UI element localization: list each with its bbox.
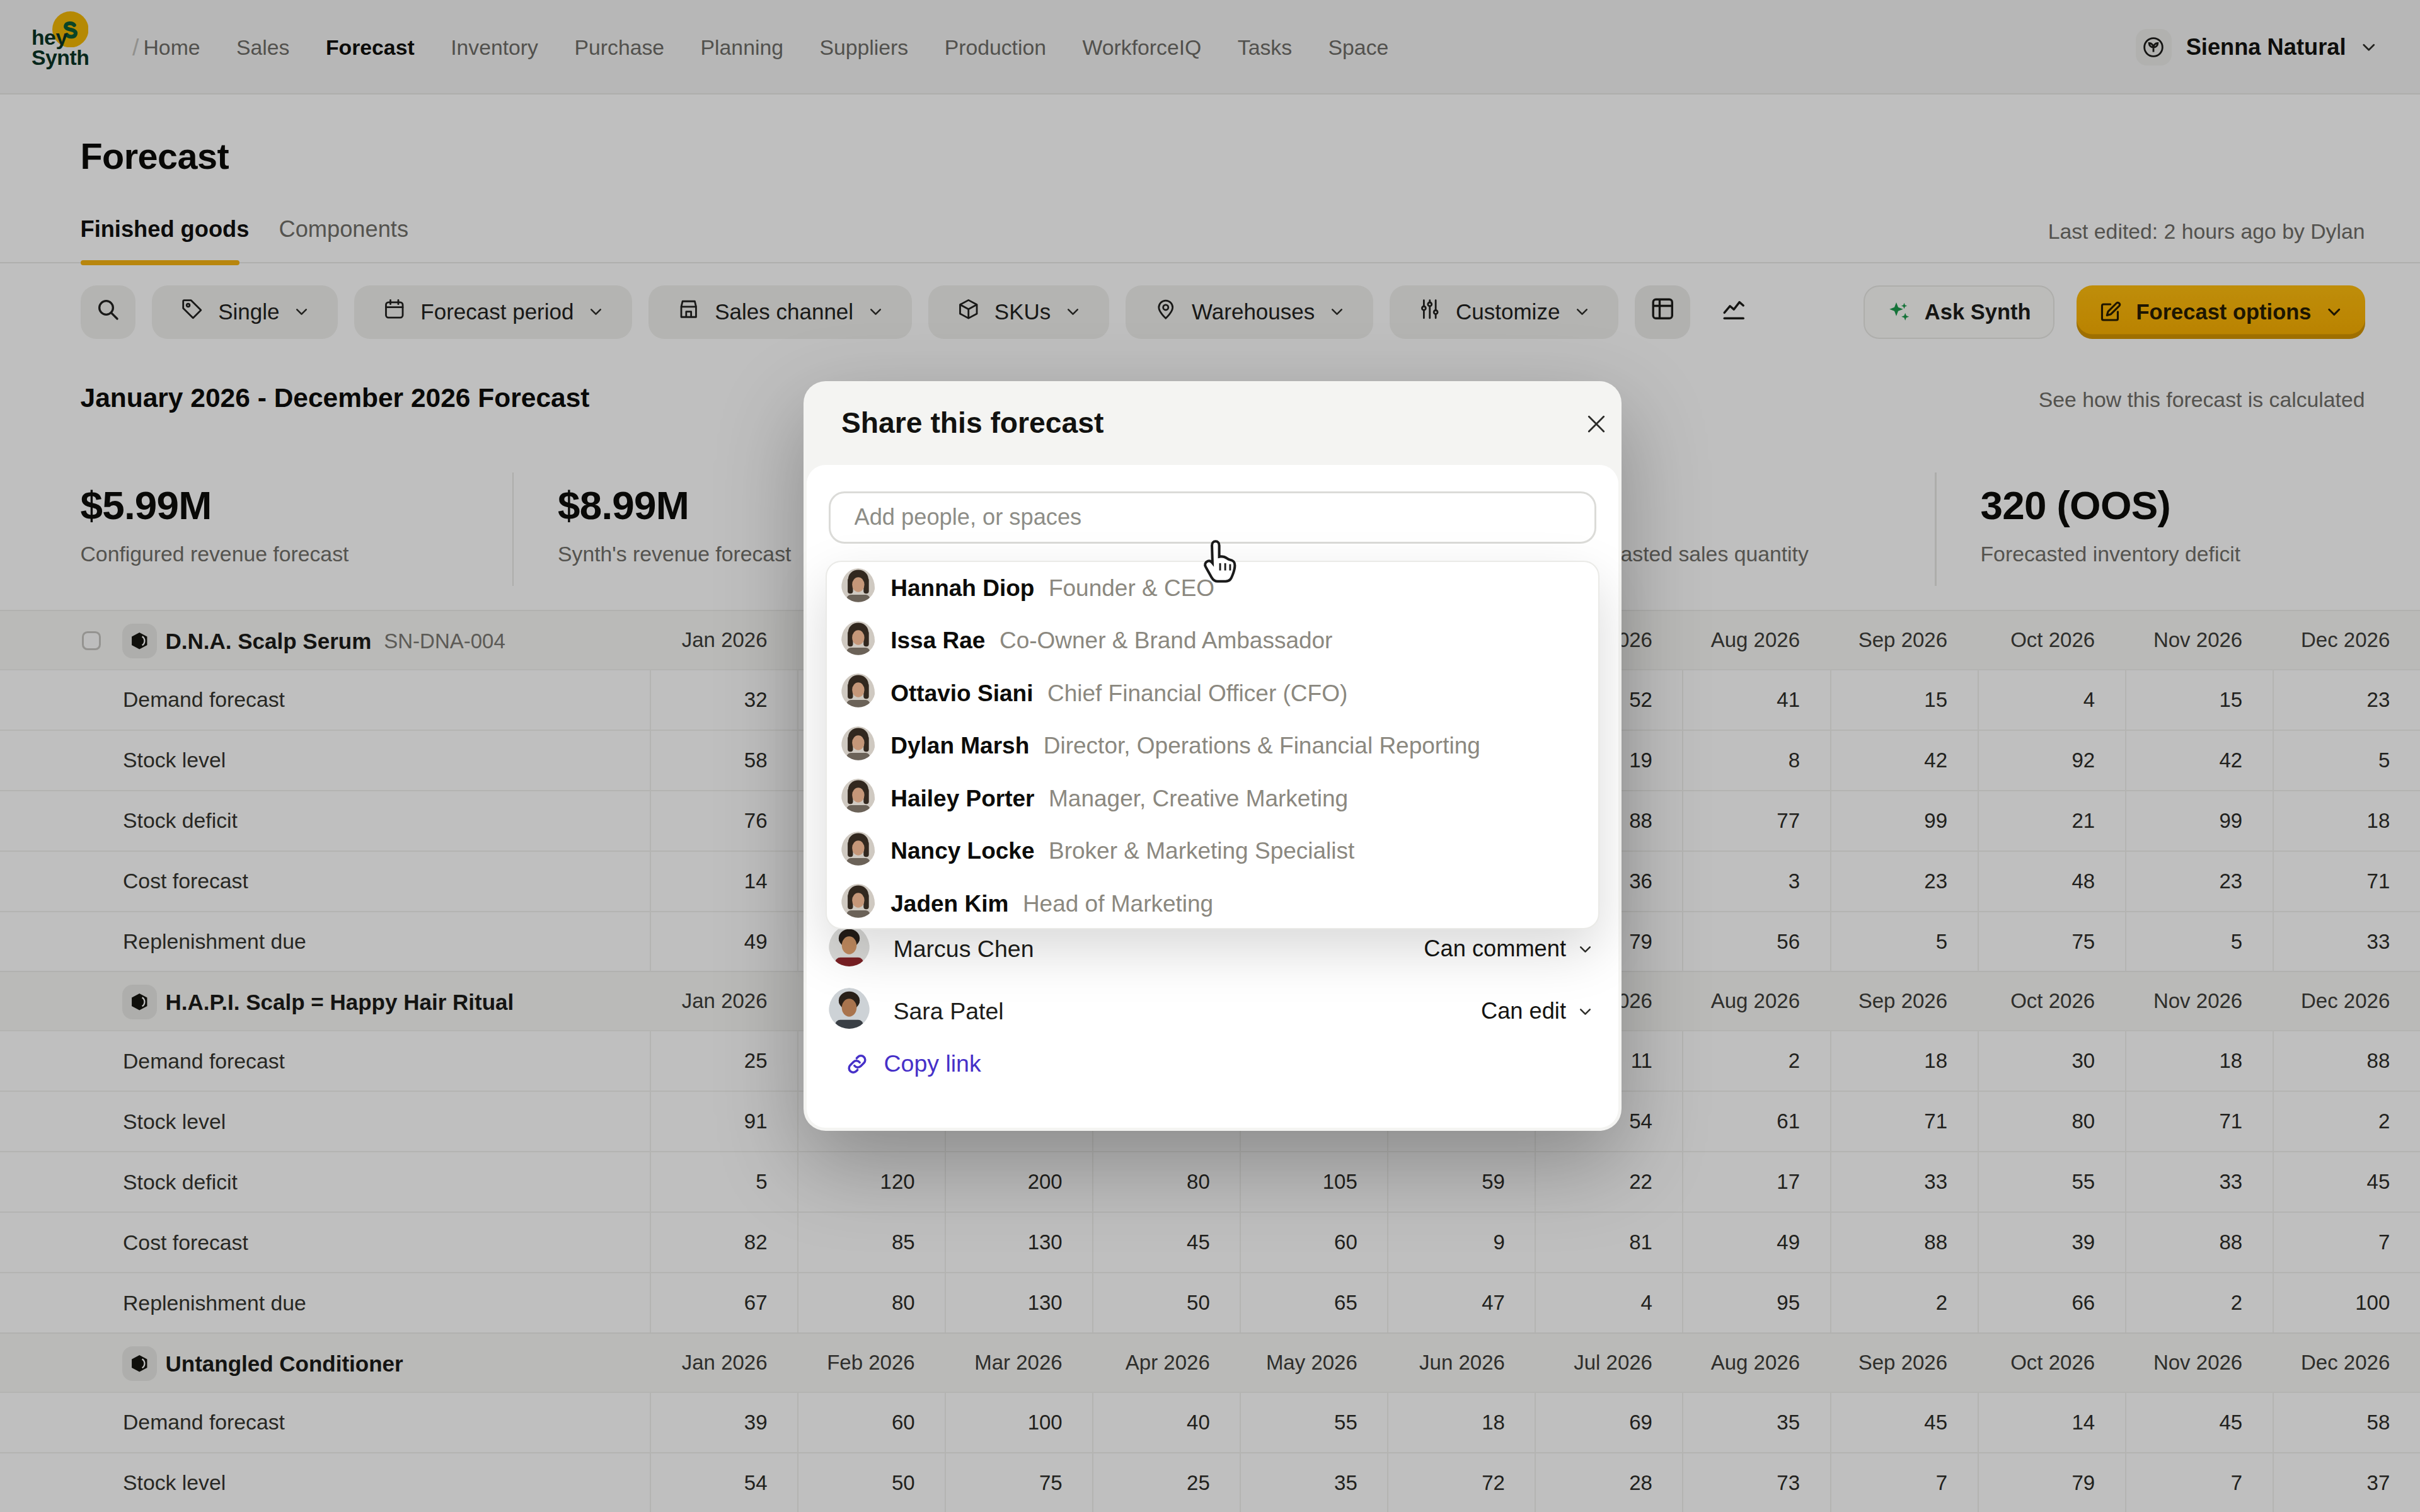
avatar	[829, 925, 870, 972]
permission-dropdown[interactable]: Can comment	[1424, 936, 1593, 962]
avatar	[841, 621, 875, 661]
avatar	[841, 884, 875, 924]
suggestion-row[interactable]: Nancy LockeBroker & Marketing Specialist	[827, 825, 1598, 878]
suggestion-row[interactable]: Jaden KimHead of Marketing	[827, 878, 1598, 929]
suggestion-row[interactable]: Ottavio SianiChief Financial Officer (CF…	[827, 667, 1598, 720]
share-modal: Share this forecast Marcus ChenCan comme…	[804, 381, 1622, 1131]
avatar	[829, 988, 870, 1034]
avatar	[841, 832, 875, 871]
app: heySynth / HomeSalesForecastInventoryPur…	[0, 0, 2420, 1512]
copy-link-button[interactable]: Copy link	[844, 1048, 981, 1081]
suggestion-row[interactable]: Issa RaeCo-Owner & Brand Ambassador	[827, 615, 1598, 668]
avatar	[841, 568, 875, 608]
modal-title: Share this forecast	[841, 381, 1103, 465]
share-input[interactable]	[829, 491, 1596, 544]
close-icon[interactable]	[1584, 411, 1609, 437]
member-row: Sara PatelCan edit	[829, 985, 1593, 1038]
link-icon	[844, 1051, 870, 1077]
people-suggestions-dropdown: Hannah DiopFounder & CEOIssa RaeCo-Owner…	[826, 561, 1599, 929]
permission-dropdown[interactable]: Can edit	[1481, 998, 1593, 1024]
avatar	[841, 779, 875, 818]
suggestion-row[interactable]: Dylan MarshDirector, Operations & Financ…	[827, 720, 1598, 773]
avatar	[841, 726, 875, 766]
suggestion-row[interactable]: Hailey PorterManager, Creative Marketing	[827, 772, 1598, 825]
member-row: Marcus ChenCan comment	[829, 922, 1593, 976]
avatar	[841, 673, 875, 713]
mouse-cursor	[1201, 539, 1242, 586]
